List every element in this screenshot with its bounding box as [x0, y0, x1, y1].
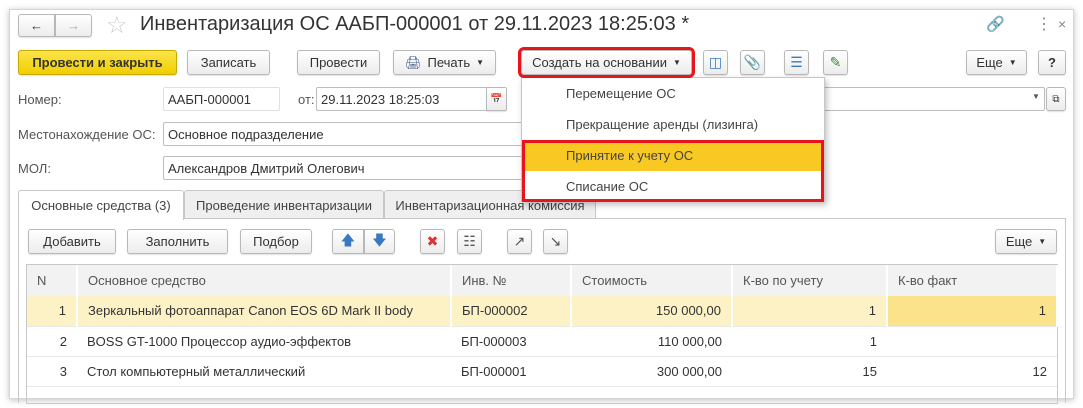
download-terminal-icon[interactable]: ↘	[543, 229, 568, 254]
delete-rows-icon[interactable]: ✖	[420, 229, 445, 254]
open-icon[interactable]: ⧉	[1046, 87, 1066, 111]
chevron-down-icon: ▼	[476, 58, 485, 67]
cell-inv[interactable]: БП-000003	[451, 326, 571, 357]
chevron-down-icon: ▼	[1008, 58, 1017, 67]
cell-inv[interactable]: БП-000002	[451, 296, 572, 327]
cell-qty-book[interactable]: 1	[732, 326, 887, 357]
link-icon[interactable]: 🔗	[986, 15, 1005, 33]
paperclip-icon[interactable]: 📎	[740, 50, 765, 75]
forward-button[interactable]: →	[55, 14, 92, 37]
tab-fixed-assets[interactable]: Основные средства (3)	[18, 190, 184, 220]
upload-terminal-icon[interactable]: ↗	[507, 229, 532, 254]
post-button[interactable]: Провести	[297, 50, 380, 75]
table-header: N Основное средство Инв. № Стоимость К-в…	[27, 265, 1058, 296]
post-and-close-button[interactable]: Провести и закрыть	[18, 50, 177, 75]
structure-icon[interactable]: ◫	[703, 50, 728, 75]
cell-qty-book[interactable]: 1	[732, 296, 888, 327]
menu-item-transfer[interactable]: Перемещение ОС	[522, 78, 824, 109]
favorite-star-icon[interactable]: ☆	[106, 11, 128, 40]
page-title: Инвентаризация ОС ААБП-000001 от 29.11.2…	[140, 13, 690, 35]
cell-cost[interactable]: 300 000,00	[571, 356, 732, 387]
cell-n[interactable]: 2	[27, 326, 77, 357]
close-icon[interactable]: ×	[1058, 16, 1066, 32]
cell-qty-fact[interactable]	[887, 326, 1057, 357]
edit-pen-icon[interactable]: ✎	[823, 50, 848, 75]
number-field[interactable]: ААБП-000001	[163, 87, 280, 111]
more-vertical-icon[interactable]: ⋮	[1036, 14, 1052, 34]
cell-cost[interactable]: 110 000,00	[571, 326, 732, 357]
cell-cost[interactable]: 150 000,00	[571, 296, 733, 327]
save-button[interactable]: Записать	[187, 50, 270, 75]
back-button[interactable]: ←	[18, 14, 55, 37]
cell-inv[interactable]: БП-000001	[451, 356, 571, 387]
move-down-icon[interactable]: 🡇	[364, 229, 395, 254]
chevron-down-icon[interactable]: ▼	[1032, 92, 1040, 101]
date-label: от:	[298, 92, 315, 107]
column-header[interactable]: К-во по учету	[732, 265, 888, 296]
column-header[interactable]: Основное средство	[77, 265, 452, 296]
mol-label: МОЛ:	[18, 161, 51, 176]
cell-asset[interactable]: Стол компьютерный металлический	[77, 356, 451, 387]
chevron-down-icon: ▼	[672, 58, 681, 67]
print-button[interactable]: 🖨 Печать ▼	[393, 50, 496, 75]
column-header[interactable]: Стоимость	[571, 265, 733, 296]
cell-n[interactable]: 1	[27, 296, 78, 327]
highlight-frame	[522, 140, 824, 202]
arrow-left-icon: ←	[30, 18, 43, 33]
table-row[interactable]: 1 Зеркальный фотоаппарат Canon EOS 6D Ma…	[27, 296, 1058, 327]
list-icon[interactable]: ☰	[784, 50, 809, 75]
tab-inventory-conduct[interactable]: Проведение инвентаризации	[184, 190, 384, 219]
barcode-search-icon[interactable]: ☷	[457, 229, 482, 254]
column-header[interactable]: N	[27, 265, 78, 296]
create-based-on-button[interactable]: Создать на основании ▼	[518, 47, 695, 78]
fill-button[interactable]: Заполнить	[127, 229, 228, 254]
calendar-icon[interactable]: 📅	[486, 87, 507, 111]
date-field[interactable]: 29.11.2023 18:25:03	[316, 87, 487, 111]
move-up-icon[interactable]: 🡅	[332, 229, 364, 254]
organization-field[interactable]	[800, 87, 1045, 111]
column-header[interactable]: Инв. №	[451, 265, 572, 296]
table-more-button[interactable]: Еще ▼	[995, 229, 1057, 254]
add-button[interactable]: Добавить	[28, 229, 116, 254]
fixed-assets-table: N Основное средство Инв. № Стоимость К-в…	[27, 265, 1058, 387]
arrow-right-icon: →	[67, 18, 80, 33]
create-based-on-menu: Перемещение ОС Прекращение аренды (лизин…	[521, 77, 825, 202]
cell-qty-book[interactable]: 15	[732, 356, 887, 387]
menu-item-lease-termination[interactable]: Прекращение аренды (лизинга)	[522, 109, 824, 140]
column-header[interactable]: К-во факт	[887, 265, 1058, 296]
select-button[interactable]: Подбор	[240, 229, 312, 254]
table-row[interactable]: 3 Стол компьютерный металлический БП-000…	[27, 356, 1057, 387]
cell-n[interactable]: 3	[27, 356, 77, 387]
location-label: Местонахождение ОС:	[18, 127, 156, 142]
number-label: Номер:	[18, 92, 62, 107]
cell-asset[interactable]: BOSS GT-1000 Процессор аудио-эффектов	[77, 326, 451, 357]
help-button[interactable]: ?	[1038, 50, 1066, 75]
printer-icon: 🖨	[404, 54, 422, 70]
more-button[interactable]: Еще ▼	[966, 50, 1027, 75]
chevron-down-icon: ▼	[1038, 237, 1047, 246]
cell-qty-fact[interactable]: 1	[887, 296, 1058, 327]
cell-asset[interactable]: Зеркальный фотоаппарат Canon EOS 6D Mark…	[77, 296, 452, 327]
table-row[interactable]: 2 BOSS GT-1000 Процессор аудио-эффектов …	[27, 326, 1057, 357]
cell-qty-fact[interactable]: 12	[887, 356, 1057, 387]
